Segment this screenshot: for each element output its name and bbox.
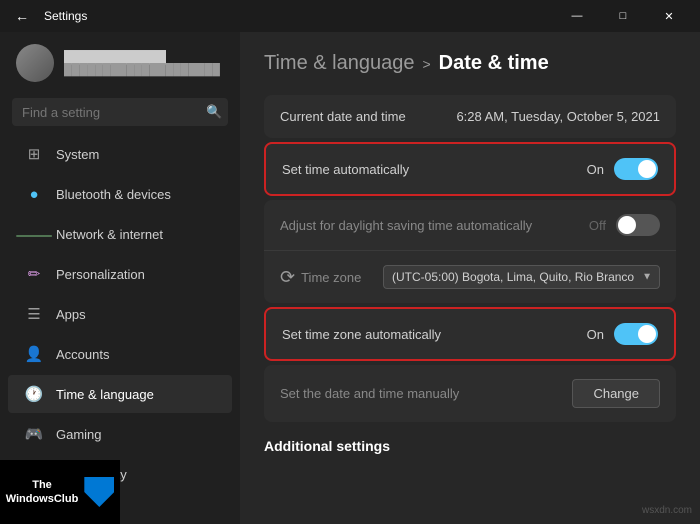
user-email: ████████████████████ xyxy=(64,64,220,76)
sidebar-item-apps[interactable]: ☰ Apps xyxy=(8,295,232,333)
set-timezone-auto-row: Set time zone automatically On xyxy=(266,309,674,359)
user-section: ████████████ ████████████████████ xyxy=(0,32,240,94)
daylight-label: Adjust for daylight saving time automati… xyxy=(280,218,532,233)
manual-date-row: Set the date and time manually Change xyxy=(264,365,676,422)
timezone-row: ⟳ Time zone (UTC-05:00) Bogota, Lima, Qu… xyxy=(264,251,676,303)
daylight-right: Off xyxy=(589,214,660,236)
logo-text-block: The WindowsClub xyxy=(6,478,79,507)
gaming-icon: 🎮 xyxy=(24,424,44,444)
sidebar-item-bluetooth[interactable]: ● Bluetooth & devices xyxy=(8,175,232,213)
sidebar-item-label-network: Network & internet xyxy=(56,227,163,242)
manual-date-label: Set the date and time manually xyxy=(280,386,459,401)
bluetooth-icon: ● xyxy=(24,184,44,204)
back-button[interactable]: ← xyxy=(8,2,36,30)
logo-overlay: The WindowsClub xyxy=(0,460,120,524)
current-date-value: 6:28 AM, Tuesday, October 5, 2021 xyxy=(456,109,660,124)
current-date-row: Current date and time 6:28 AM, Tuesday, … xyxy=(264,95,676,138)
user-name: ████████████ xyxy=(64,50,220,64)
title-bar-title: Settings xyxy=(44,9,87,23)
set-time-auto-toggle[interactable] xyxy=(614,158,658,180)
set-time-auto-row: Set time automatically On xyxy=(266,144,674,194)
user-info: ████████████ ████████████████████ xyxy=(64,50,220,76)
maximize-button[interactable]: □ xyxy=(600,0,646,32)
avatar xyxy=(16,44,54,82)
logo-row: The WindowsClub xyxy=(6,477,115,507)
sidebar-item-label-system: System xyxy=(56,147,99,162)
title-bar-left: ← Settings xyxy=(8,2,87,30)
timezone-icon: ⟳ xyxy=(280,267,295,288)
sidebar-item-personalization[interactable]: ✏ Personalization xyxy=(8,255,232,293)
breadcrumb-separator: > xyxy=(422,56,430,72)
set-time-auto-card: Set time automatically On xyxy=(264,142,676,196)
search-input[interactable] xyxy=(22,105,198,120)
daylight-value: Off xyxy=(589,218,606,233)
main-layout: ████████████ ████████████████████ 🔍 ⊞ Sy… xyxy=(0,32,700,524)
manual-date-card: Set the date and time manually Change xyxy=(264,365,676,422)
sidebar-item-label-bluetooth: Bluetooth & devices xyxy=(56,187,171,202)
page-title: Date & time xyxy=(439,52,549,75)
sidebar-item-label-apps: Apps xyxy=(56,307,86,322)
toggle-knob xyxy=(638,160,656,178)
daylight-toggle[interactable] xyxy=(616,214,660,236)
sidebar-item-time[interactable]: 🕐 Time & language xyxy=(8,375,232,413)
daylight-card: Adjust for daylight saving time automati… xyxy=(264,200,676,303)
search-bar[interactable]: 🔍 xyxy=(12,98,228,126)
sidebar-item-label-time: Time & language xyxy=(56,387,154,402)
title-bar: ← Settings — □ ✕ xyxy=(0,0,700,32)
current-date-label: Current date and time xyxy=(280,109,406,124)
daylight-toggle-knob xyxy=(618,216,636,234)
breadcrumb-prefix: Time & language xyxy=(264,52,414,75)
daylight-row: Adjust for daylight saving time automati… xyxy=(264,200,676,251)
timezone-dropdown-wrapper: (UTC-05:00) Bogota, Lima, Quito, Rio Bra… xyxy=(383,265,660,289)
sidebar-item-accounts[interactable]: 👤 Accounts xyxy=(8,335,232,373)
close-button[interactable]: ✕ xyxy=(646,0,692,32)
timezone-label: Time zone xyxy=(301,270,361,285)
content-area: Time & language > Date & time Current da… xyxy=(240,32,700,524)
watermark: wsxdn.com xyxy=(642,505,692,516)
time-icon: 🕐 xyxy=(24,384,44,404)
set-timezone-auto-right: On xyxy=(587,323,658,345)
change-button[interactable]: Change xyxy=(572,379,660,408)
search-icon: 🔍 xyxy=(206,104,222,120)
timezone-toggle-knob xyxy=(638,325,656,343)
avatar-image xyxy=(16,44,54,82)
set-time-auto-label: Set time automatically xyxy=(282,162,409,177)
logo-line2: WindowsClub xyxy=(6,492,79,506)
sidebar-item-system[interactable]: ⊞ System xyxy=(8,135,232,173)
sidebar-item-gaming[interactable]: 🎮 Gaming xyxy=(8,415,232,453)
set-timezone-auto-card: Set time zone automatically On xyxy=(264,307,676,361)
sidebar-item-label-personalization: Personalization xyxy=(56,267,145,282)
personalization-icon: ✏ xyxy=(24,264,44,284)
apps-icon: ☰ xyxy=(24,304,44,324)
set-time-auto-value: On xyxy=(587,162,604,177)
logo-icon xyxy=(84,477,114,507)
additional-settings-title: Additional settings xyxy=(264,438,676,454)
sidebar: ████████████ ████████████████████ 🔍 ⊞ Sy… xyxy=(0,32,240,524)
logo-line1: The xyxy=(6,478,79,492)
sidebar-item-network[interactable]: ⸻ Network & internet xyxy=(8,215,232,253)
page-title-row: Time & language > Date & time xyxy=(264,52,676,75)
set-timezone-auto-label: Set time zone automatically xyxy=(282,327,441,342)
set-time-auto-right: On xyxy=(587,158,658,180)
timezone-left: ⟳ Time zone xyxy=(280,267,361,288)
accounts-icon: 👤 xyxy=(24,344,44,364)
title-bar-controls: — □ ✕ xyxy=(554,0,692,32)
system-icon: ⊞ xyxy=(24,144,44,164)
timezone-select[interactable]: (UTC-05:00) Bogota, Lima, Quito, Rio Bra… xyxy=(383,265,660,289)
set-timezone-auto-value: On xyxy=(587,327,604,342)
current-date-card: Current date and time 6:28 AM, Tuesday, … xyxy=(264,95,676,138)
set-timezone-auto-toggle[interactable] xyxy=(614,323,658,345)
sidebar-item-label-gaming: Gaming xyxy=(56,427,102,442)
minimize-button[interactable]: — xyxy=(554,0,600,32)
sidebar-item-label-accounts: Accounts xyxy=(56,347,109,362)
network-icon: ⸻ xyxy=(24,224,44,244)
